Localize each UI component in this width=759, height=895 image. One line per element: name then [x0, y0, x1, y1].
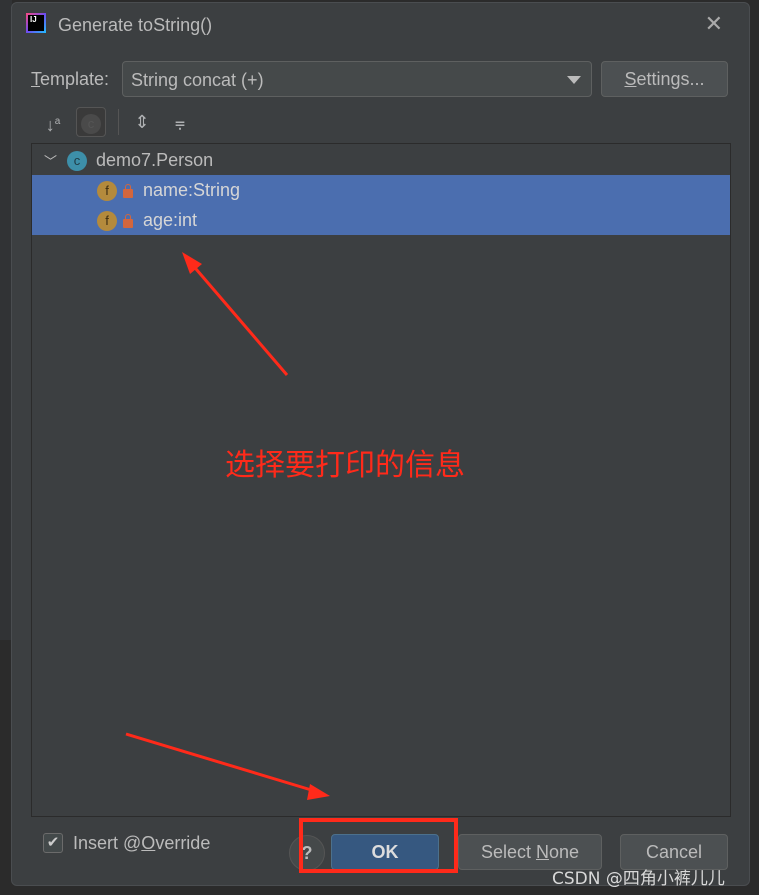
arrow-to-ok [125, 732, 330, 800]
watermark: CSDN @四角小裤儿儿 [552, 869, 725, 889]
arrow-to-fields [182, 252, 289, 376]
annotation-text: 选择要打印的信息 [225, 448, 465, 483]
ok-highlight-box [299, 818, 458, 873]
